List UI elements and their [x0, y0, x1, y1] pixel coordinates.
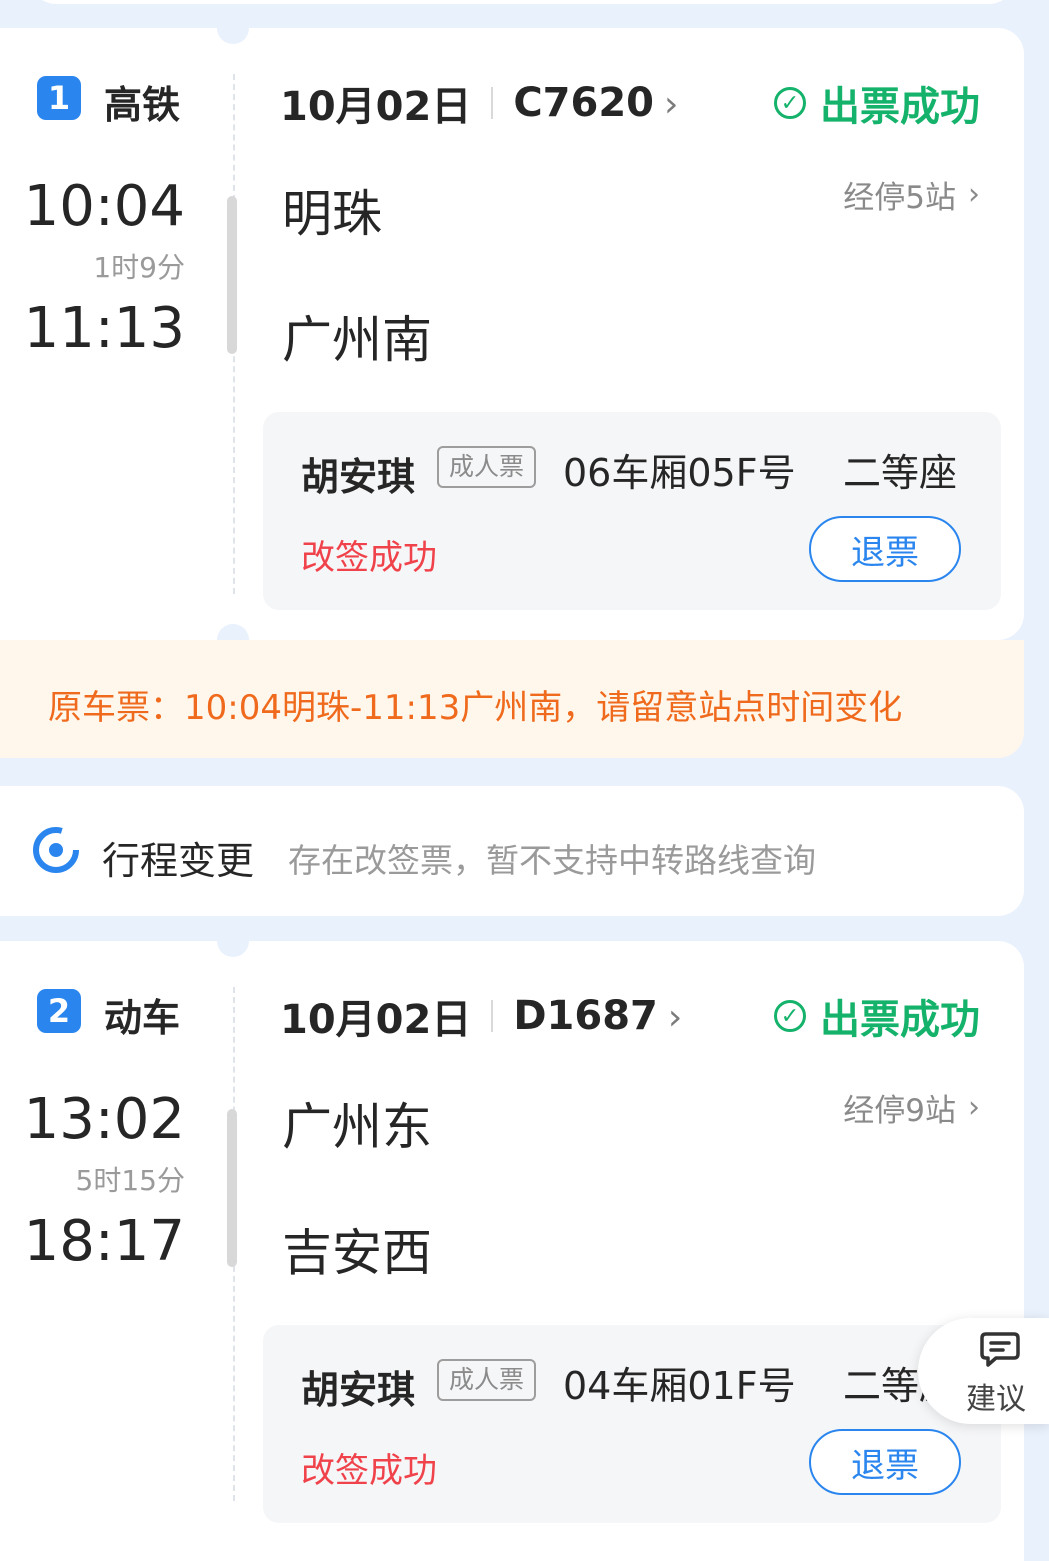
chevron-right-icon: › — [667, 997, 683, 1038]
previous-card-edge — [30, 0, 1015, 4]
suggestion-label: 建议 — [966, 1382, 1026, 1417]
segment-index-badge: 2 — [37, 989, 81, 1033]
departure-station: 明珠 — [282, 185, 382, 243]
route-change-icon — [33, 827, 79, 873]
departure-station: 广州东 — [282, 1098, 432, 1156]
trip-date: 10月02日 — [280, 84, 472, 130]
train-type-label: 高铁 — [104, 83, 181, 127]
chevron-right-icon: › — [968, 1090, 980, 1125]
itinerary-change-title: 行程变更 — [102, 839, 255, 883]
arrival-time: 11:13 — [23, 296, 185, 361]
check-circle-icon: ✓ — [774, 87, 806, 119]
ticket-type-badge: 成人票 — [437, 446, 537, 488]
ticket-card-2[interactable]: 2 动车 13:02 5时15分 18:17 10月02日 D1687 › ✓ 出… — [0, 925, 1024, 1561]
ticket-status: ✓ 出票成功 — [774, 987, 980, 1045]
original-ticket-notice: 原车票：10:04明珠-11:13广州南，请留意站点时间变化 — [0, 640, 1024, 758]
seat-number: 04车厢01F号 — [563, 1364, 796, 1408]
divider — [491, 1000, 494, 1032]
trip-header: 10月02日 C7620 › — [280, 74, 678, 132]
train-number: D1687 — [513, 993, 658, 1039]
stops-label: 经停5站 — [843, 180, 956, 216]
trip-duration: 5时15分 — [75, 1164, 185, 1197]
ticket-status-label: 出票成功 — [820, 997, 980, 1043]
ticket-card-1[interactable]: 1 高铁 10:04 1时9分 11:13 10月02日 C7620 › ✓ 出票… — [0, 12, 1024, 656]
arrival-time: 18:17 — [23, 1209, 185, 1274]
departure-time: 10:04 — [23, 174, 185, 239]
seat-class: 二等座 — [843, 451, 958, 495]
itinerary-change-card[interactable]: 行程变更 存在改签票，暂不支持中转路线查询 — [0, 786, 1024, 916]
chevron-right-icon: › — [664, 84, 679, 125]
stops-label: 经停9站 — [843, 1093, 956, 1129]
change-status: 改签成功 — [301, 538, 437, 578]
train-number: C7620 — [513, 80, 655, 126]
ticket-notch — [217, 12, 249, 44]
passenger-panel: 胡安琪 成人票 04车厢01F号 二等座 改签成功 退票 — [263, 1325, 1001, 1523]
train-number-link[interactable]: C7620 › — [513, 80, 678, 126]
arrival-station: 广州南 — [282, 311, 432, 369]
arrival-station: 吉安西 — [282, 1224, 432, 1282]
refund-button[interactable]: 退票 — [809, 1429, 961, 1495]
timeline-bar — [227, 1109, 237, 1267]
suggestion-float-button[interactable]: 建议 — [918, 1318, 1049, 1424]
stops-link[interactable]: 经停5站 › — [843, 172, 980, 217]
ticket-notch — [217, 925, 249, 957]
passenger-name: 胡安琪 — [301, 455, 416, 499]
trip-date: 10月02日 — [280, 997, 472, 1043]
seat-number: 06车厢05F号 — [563, 451, 796, 495]
itinerary-change-description: 存在改签票，暂不支持中转路线查询 — [288, 841, 816, 880]
stops-link[interactable]: 经停9站 › — [843, 1085, 980, 1130]
passenger-panel: 胡安琪 成人票 06车厢05F号 二等座 改签成功 退票 — [263, 412, 1001, 610]
segment-index-badge: 1 — [37, 76, 81, 120]
timeline-bar — [227, 196, 237, 354]
passenger-name: 胡安琪 — [301, 1368, 416, 1412]
change-status: 改签成功 — [301, 1451, 437, 1491]
departure-time: 13:02 — [23, 1087, 185, 1152]
train-type-label: 动车 — [104, 996, 181, 1040]
check-circle-icon: ✓ — [774, 1000, 806, 1032]
notice-text: 原车票：10:04明珠-11:13广州南，请留意站点时间变化 — [48, 688, 903, 728]
trip-header: 10月02日 D1687 › — [280, 987, 682, 1045]
ticket-type-badge: 成人票 — [437, 1359, 537, 1401]
ticket-status-label: 出票成功 — [820, 84, 980, 130]
chevron-right-icon: › — [968, 177, 980, 212]
refund-button[interactable]: 退票 — [809, 516, 961, 582]
chat-bubble-icon — [980, 1332, 1020, 1367]
train-number-link[interactable]: D1687 › — [513, 993, 682, 1039]
trip-duration: 1时9分 — [93, 251, 185, 284]
divider — [491, 87, 494, 119]
ticket-status: ✓ 出票成功 — [774, 74, 980, 132]
